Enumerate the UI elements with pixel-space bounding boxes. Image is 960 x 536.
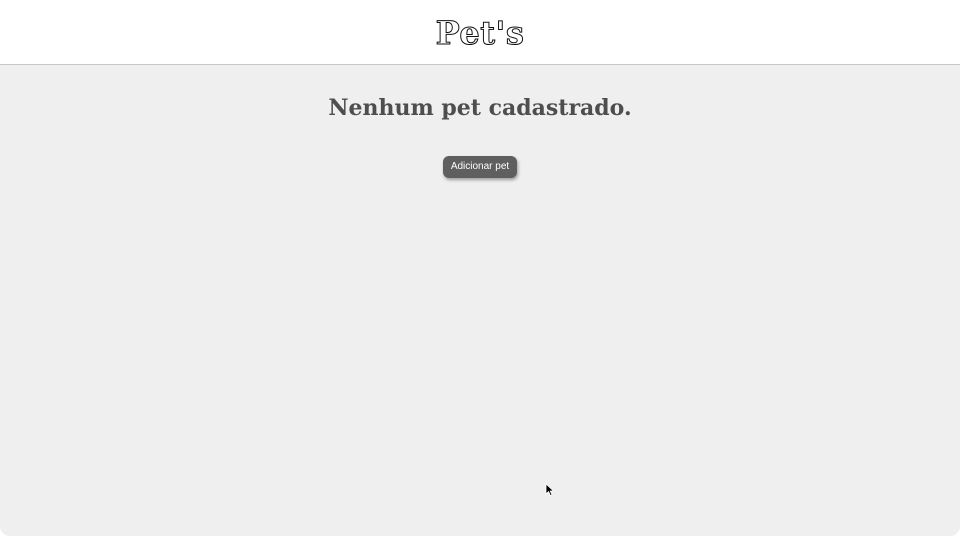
brand-logo[interactable]: Pet's xyxy=(435,14,524,53)
app-window: Pet's Nenhum pet cadastrado. Adicionar p… xyxy=(0,0,960,536)
top-header: Pet's xyxy=(0,0,960,65)
mouse-pointer-icon xyxy=(545,483,555,497)
empty-state-title: Nenhum pet cadastrado. xyxy=(328,95,632,121)
main-content: Nenhum pet cadastrado. Adicionar pet xyxy=(0,65,960,536)
add-pet-button[interactable]: Adicionar pet xyxy=(443,156,517,178)
